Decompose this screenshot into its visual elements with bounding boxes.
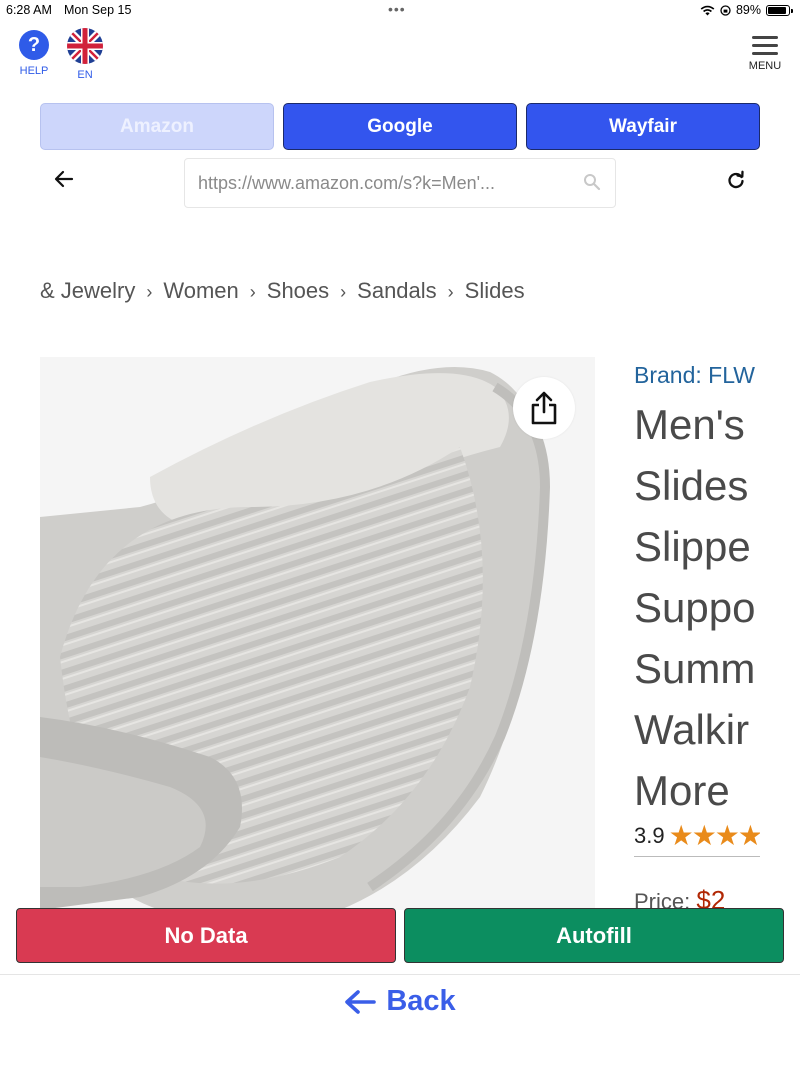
arrow-left-icon — [345, 989, 377, 1014]
price-value: $2 — [696, 885, 726, 910]
star-rating-icon: ★★★★ — [668, 820, 760, 851]
help-label: HELP — [19, 65, 49, 77]
title-line: More — [634, 767, 730, 814]
breadcrumb-item[interactable]: & Jewelry — [40, 278, 135, 303]
product-details: Brand: FLW Men's Slides Slippe Suppo Sum… — [634, 362, 760, 910]
rating-value: 3.9 — [634, 822, 665, 848]
title-line: Slippe — [634, 523, 751, 570]
url-input[interactable]: https://www.amazon.com/s?k=Men'... — [184, 158, 616, 208]
language-button[interactable]: EN — [66, 28, 104, 81]
question-icon: ? — [19, 30, 49, 60]
title-line: Walkir — [634, 706, 750, 753]
menu-button[interactable]: MENU — [746, 36, 784, 72]
chevron-right-icon: › — [447, 282, 454, 302]
autofill-button[interactable]: Autofill — [404, 908, 784, 963]
chevron-right-icon: › — [340, 282, 347, 302]
back-button[interactable]: Back — [0, 985, 800, 1018]
uk-flag-icon — [67, 28, 103, 64]
title-line: Suppo — [634, 584, 756, 631]
wifi-icon — [700, 5, 715, 15]
title-line: Men's — [634, 401, 745, 448]
divider — [0, 974, 800, 975]
reload-button[interactable] — [726, 170, 746, 195]
engine-amazon-button[interactable]: Amazon — [40, 103, 274, 150]
brand-link[interactable]: Brand: FLW — [634, 362, 760, 389]
orientation-lock-icon — [720, 4, 731, 16]
browser-back-button[interactable] — [54, 170, 74, 193]
engine-selector: Amazon Google Wayfair — [40, 103, 760, 150]
title-line: Slides — [634, 462, 749, 509]
status-date: Mon Sep 15 — [64, 3, 132, 17]
product-rating[interactable]: 3.9 ★★★★ — [634, 819, 760, 852]
language-label: EN — [77, 69, 93, 81]
breadcrumb-item[interactable]: Shoes — [267, 278, 329, 303]
url-text: https://www.amazon.com/s?k=Men'... — [198, 173, 496, 193]
breadcrumb: & Jewelry › Women › Shoes › Sandals › Slides — [40, 278, 525, 304]
menu-label: MENU — [748, 60, 782, 72]
slide-sandal-illustration — [40, 357, 595, 910]
battery-percent: 89% — [735, 3, 761, 17]
reload-icon — [728, 170, 744, 189]
product-image[interactable] — [40, 357, 595, 910]
breadcrumb-item[interactable]: Women — [163, 278, 238, 303]
price-label: Price: — [634, 889, 691, 910]
multitasking-dots-icon[interactable]: ••• — [388, 1, 406, 17]
help-button[interactable]: ? HELP — [16, 30, 52, 77]
status-time: 6:28 AM — [6, 3, 52, 17]
hamburger-icon — [746, 36, 784, 55]
search-icon — [584, 174, 601, 191]
breadcrumb-item[interactable]: Sandals — [357, 278, 437, 303]
battery-icon — [766, 4, 793, 16]
action-bar: No Data Autofill — [16, 908, 784, 963]
app-header: ? HELP EN MENU — [0, 26, 800, 82]
browser-toolbar: https://www.amazon.com/s?k=Men'... — [0, 158, 800, 208]
share-icon — [531, 391, 557, 425]
title-line: Summ — [634, 645, 756, 692]
back-label: Back — [386, 985, 456, 1017]
product-title: Men's Slides Slippe Suppo Summ Walkir Mo… — [634, 394, 760, 821]
breadcrumb-item[interactable]: Slides — [465, 278, 525, 303]
chevron-right-icon: › — [146, 282, 153, 302]
divider — [634, 856, 760, 857]
price-row: Price: $2 — [634, 885, 760, 910]
engine-wayfair-button[interactable]: Wayfair — [526, 103, 760, 150]
no-data-button[interactable]: No Data — [16, 908, 396, 963]
status-bar: 6:28 AM Mon Sep 15 ••• 89% — [0, 0, 800, 22]
engine-google-button[interactable]: Google — [283, 103, 517, 150]
share-button[interactable] — [513, 377, 575, 439]
chevron-right-icon: › — [249, 282, 256, 302]
arrow-left-icon — [54, 170, 74, 188]
web-content: & Jewelry › Women › Shoes › Sandals › Slides — [0, 250, 800, 910]
